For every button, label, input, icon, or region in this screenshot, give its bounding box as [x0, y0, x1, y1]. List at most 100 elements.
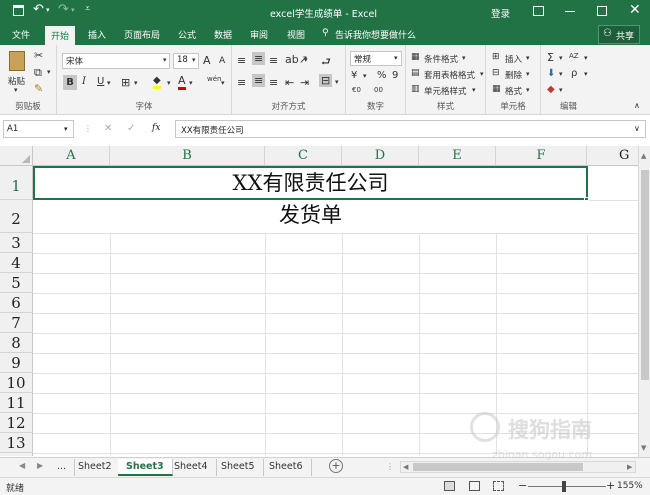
underline-dropdown-icon[interactable]: ▾	[107, 79, 111, 87]
page-layout-view-icon[interactable]	[469, 481, 480, 491]
sheet-tab-sheet4[interactable]: Sheet4	[166, 459, 217, 476]
row-header-5[interactable]: 5	[0, 273, 33, 293]
merge-dropdown-icon[interactable]: ▾	[335, 78, 339, 86]
close-icon[interactable]: ✕	[629, 2, 641, 18]
column-header-b[interactable]: B	[110, 146, 265, 166]
delete-cells-button[interactable]: 删除	[505, 69, 522, 81]
zoom-slider-thumb[interactable]	[562, 481, 566, 492]
font-color-dropdown-icon[interactable]: ▾	[189, 79, 193, 87]
login-link[interactable]: 登录	[491, 6, 510, 20]
italic-button[interactable]: I	[82, 76, 86, 87]
paste-icon[interactable]	[9, 51, 25, 71]
row-header-10[interactable]: 10	[0, 373, 33, 393]
conditional-format-button[interactable]: 条件格式	[424, 53, 458, 65]
row-header-8[interactable]: 8	[0, 333, 33, 353]
clear-icon[interactable]: ◆	[547, 84, 555, 95]
align-left-icon[interactable]: ≡	[237, 76, 246, 89]
share-button[interactable]: ⚇ 共享	[598, 25, 640, 44]
tab-home[interactable]: 开始	[45, 26, 76, 45]
sheet-tab-sheet5[interactable]: Sheet5	[213, 459, 264, 476]
row-header-14[interactable]: 14	[0, 453, 33, 456]
tab-formulas[interactable]: 公式	[178, 28, 196, 41]
clear-dropdown-icon[interactable]: ▾	[559, 86, 563, 94]
insert-function-icon[interactable]: fx	[152, 123, 160, 133]
expand-formula-icon[interactable]: ∨	[634, 124, 640, 133]
sort-dropdown-icon[interactable]: ▾	[584, 54, 588, 62]
column-header-g[interactable]: G	[587, 146, 638, 166]
scroll-right-icon[interactable]: ▶	[627, 463, 632, 471]
redo-icon[interactable]: ↷	[58, 2, 69, 17]
currency-dropdown-icon[interactable]: ▾	[363, 72, 367, 80]
row-header-13[interactable]: 13	[0, 433, 33, 453]
row-header-4[interactable]: 4	[0, 253, 33, 273]
tab-view[interactable]: 视图	[287, 28, 305, 41]
cut-icon[interactable]: ✂	[34, 49, 43, 62]
align-bottom-icon[interactable]: ≡	[269, 54, 278, 67]
row-header-6[interactable]: 6	[0, 293, 33, 313]
insert-cells-button[interactable]: 插入	[505, 53, 522, 65]
scroll-thumb[interactable]	[641, 170, 649, 380]
row-header-11[interactable]: 11	[0, 393, 33, 413]
merge-center-icon[interactable]: ⊟	[319, 74, 333, 87]
spreadsheet-grid[interactable]: A B C D E F G 1 2 3 4 5 6 7 8 9 10 11 12…	[0, 146, 638, 456]
sheet-tab-sheet3[interactable]: Sheet3	[118, 459, 173, 476]
redo-dropdown-icon[interactable]: ▾	[71, 6, 75, 14]
currency-icon[interactable]: ¥	[351, 70, 357, 81]
zoom-slider-track[interactable]	[528, 486, 606, 487]
comma-button[interactable]: 9	[392, 70, 398, 81]
decrease-indent-icon[interactable]: ⇤	[285, 76, 294, 89]
column-header-a[interactable]: A	[33, 146, 110, 166]
row-header-3[interactable]: 3	[0, 233, 33, 253]
find-dropdown-icon[interactable]: ▾	[584, 70, 588, 78]
column-header-f[interactable]: F	[496, 146, 587, 166]
border-icon[interactable]: ⊞	[121, 76, 130, 89]
percent-button[interactable]: %	[377, 70, 387, 81]
sheet-tab-sheet2[interactable]: Sheet2	[70, 459, 121, 476]
find-select-icon[interactable]: ρ	[571, 68, 577, 79]
underline-button[interactable]: U	[97, 76, 104, 87]
cell-style-dropdown-icon[interactable]: ▾	[472, 86, 476, 94]
column-header-d[interactable]: D	[342, 146, 419, 166]
undo-icon[interactable]: ↶	[33, 2, 44, 17]
table-format-dropdown-icon[interactable]: ▾	[480, 70, 484, 78]
font-shrink-icon[interactable]: A	[219, 56, 225, 66]
cell-style-button[interactable]: 单元格样式	[424, 85, 467, 97]
format-dropdown-icon[interactable]: ▾	[526, 86, 530, 94]
decrease-decimal-button[interactable]: 00	[374, 86, 383, 94]
zoom-in-icon[interactable]: +	[606, 479, 615, 492]
enter-icon[interactable]: ✓	[127, 123, 135, 134]
row-header-2[interactable]: 2	[0, 200, 33, 233]
increase-indent-icon[interactable]: ⇥	[300, 76, 309, 89]
normal-view-icon[interactable]	[444, 481, 455, 491]
orientation-dropdown-icon[interactable]: ▾	[304, 56, 308, 64]
row-header-12[interactable]: 12	[0, 413, 33, 433]
align-right-icon[interactable]: ≡	[269, 76, 278, 89]
format-painter-icon[interactable]: ✎	[34, 82, 43, 95]
zoom-out-icon[interactable]: −	[518, 479, 527, 492]
add-sheet-icon[interactable]: +	[329, 459, 343, 473]
horizontal-scrollbar[interactable]: ◀ ▶	[400, 461, 636, 473]
font-size-dropdown-icon[interactable]: ▾	[192, 56, 196, 64]
next-sheet-icon[interactable]: ▶	[37, 461, 43, 470]
scroll-up-icon[interactable]: ▲	[641, 152, 646, 160]
copy-icon[interactable]: ⧉	[34, 66, 42, 80]
increase-decimal-button[interactable]: €0	[352, 86, 361, 94]
customize-toolbar-icon[interactable]: ⩡	[85, 4, 90, 14]
fill-color-dropdown-icon[interactable]: ▾	[167, 79, 171, 87]
cancel-icon[interactable]: ✕	[104, 123, 112, 134]
conditional-format-dropdown-icon[interactable]: ▾	[462, 54, 466, 62]
column-header-c[interactable]: C	[265, 146, 342, 166]
tab-insert[interactable]: 插入	[88, 28, 106, 41]
tab-review[interactable]: 审阅	[250, 28, 268, 41]
save-icon[interactable]	[13, 5, 24, 16]
insert-dropdown-icon[interactable]: ▾	[526, 54, 530, 62]
formula-input[interactable]: XX有限责任公司	[175, 120, 646, 138]
scroll-left-icon[interactable]: ◀	[403, 463, 408, 471]
tab-page-layout[interactable]: 页面布局	[124, 28, 160, 41]
wrap-text-icon[interactable]: ⮐	[321, 53, 331, 72]
row-header-1[interactable]: 1	[0, 166, 33, 200]
autosum-icon[interactable]: Σ	[547, 51, 554, 64]
ribbon-display-icon[interactable]	[533, 6, 544, 16]
delete-dropdown-icon[interactable]: ▾	[526, 70, 530, 78]
font-grow-icon[interactable]: A	[203, 54, 211, 67]
